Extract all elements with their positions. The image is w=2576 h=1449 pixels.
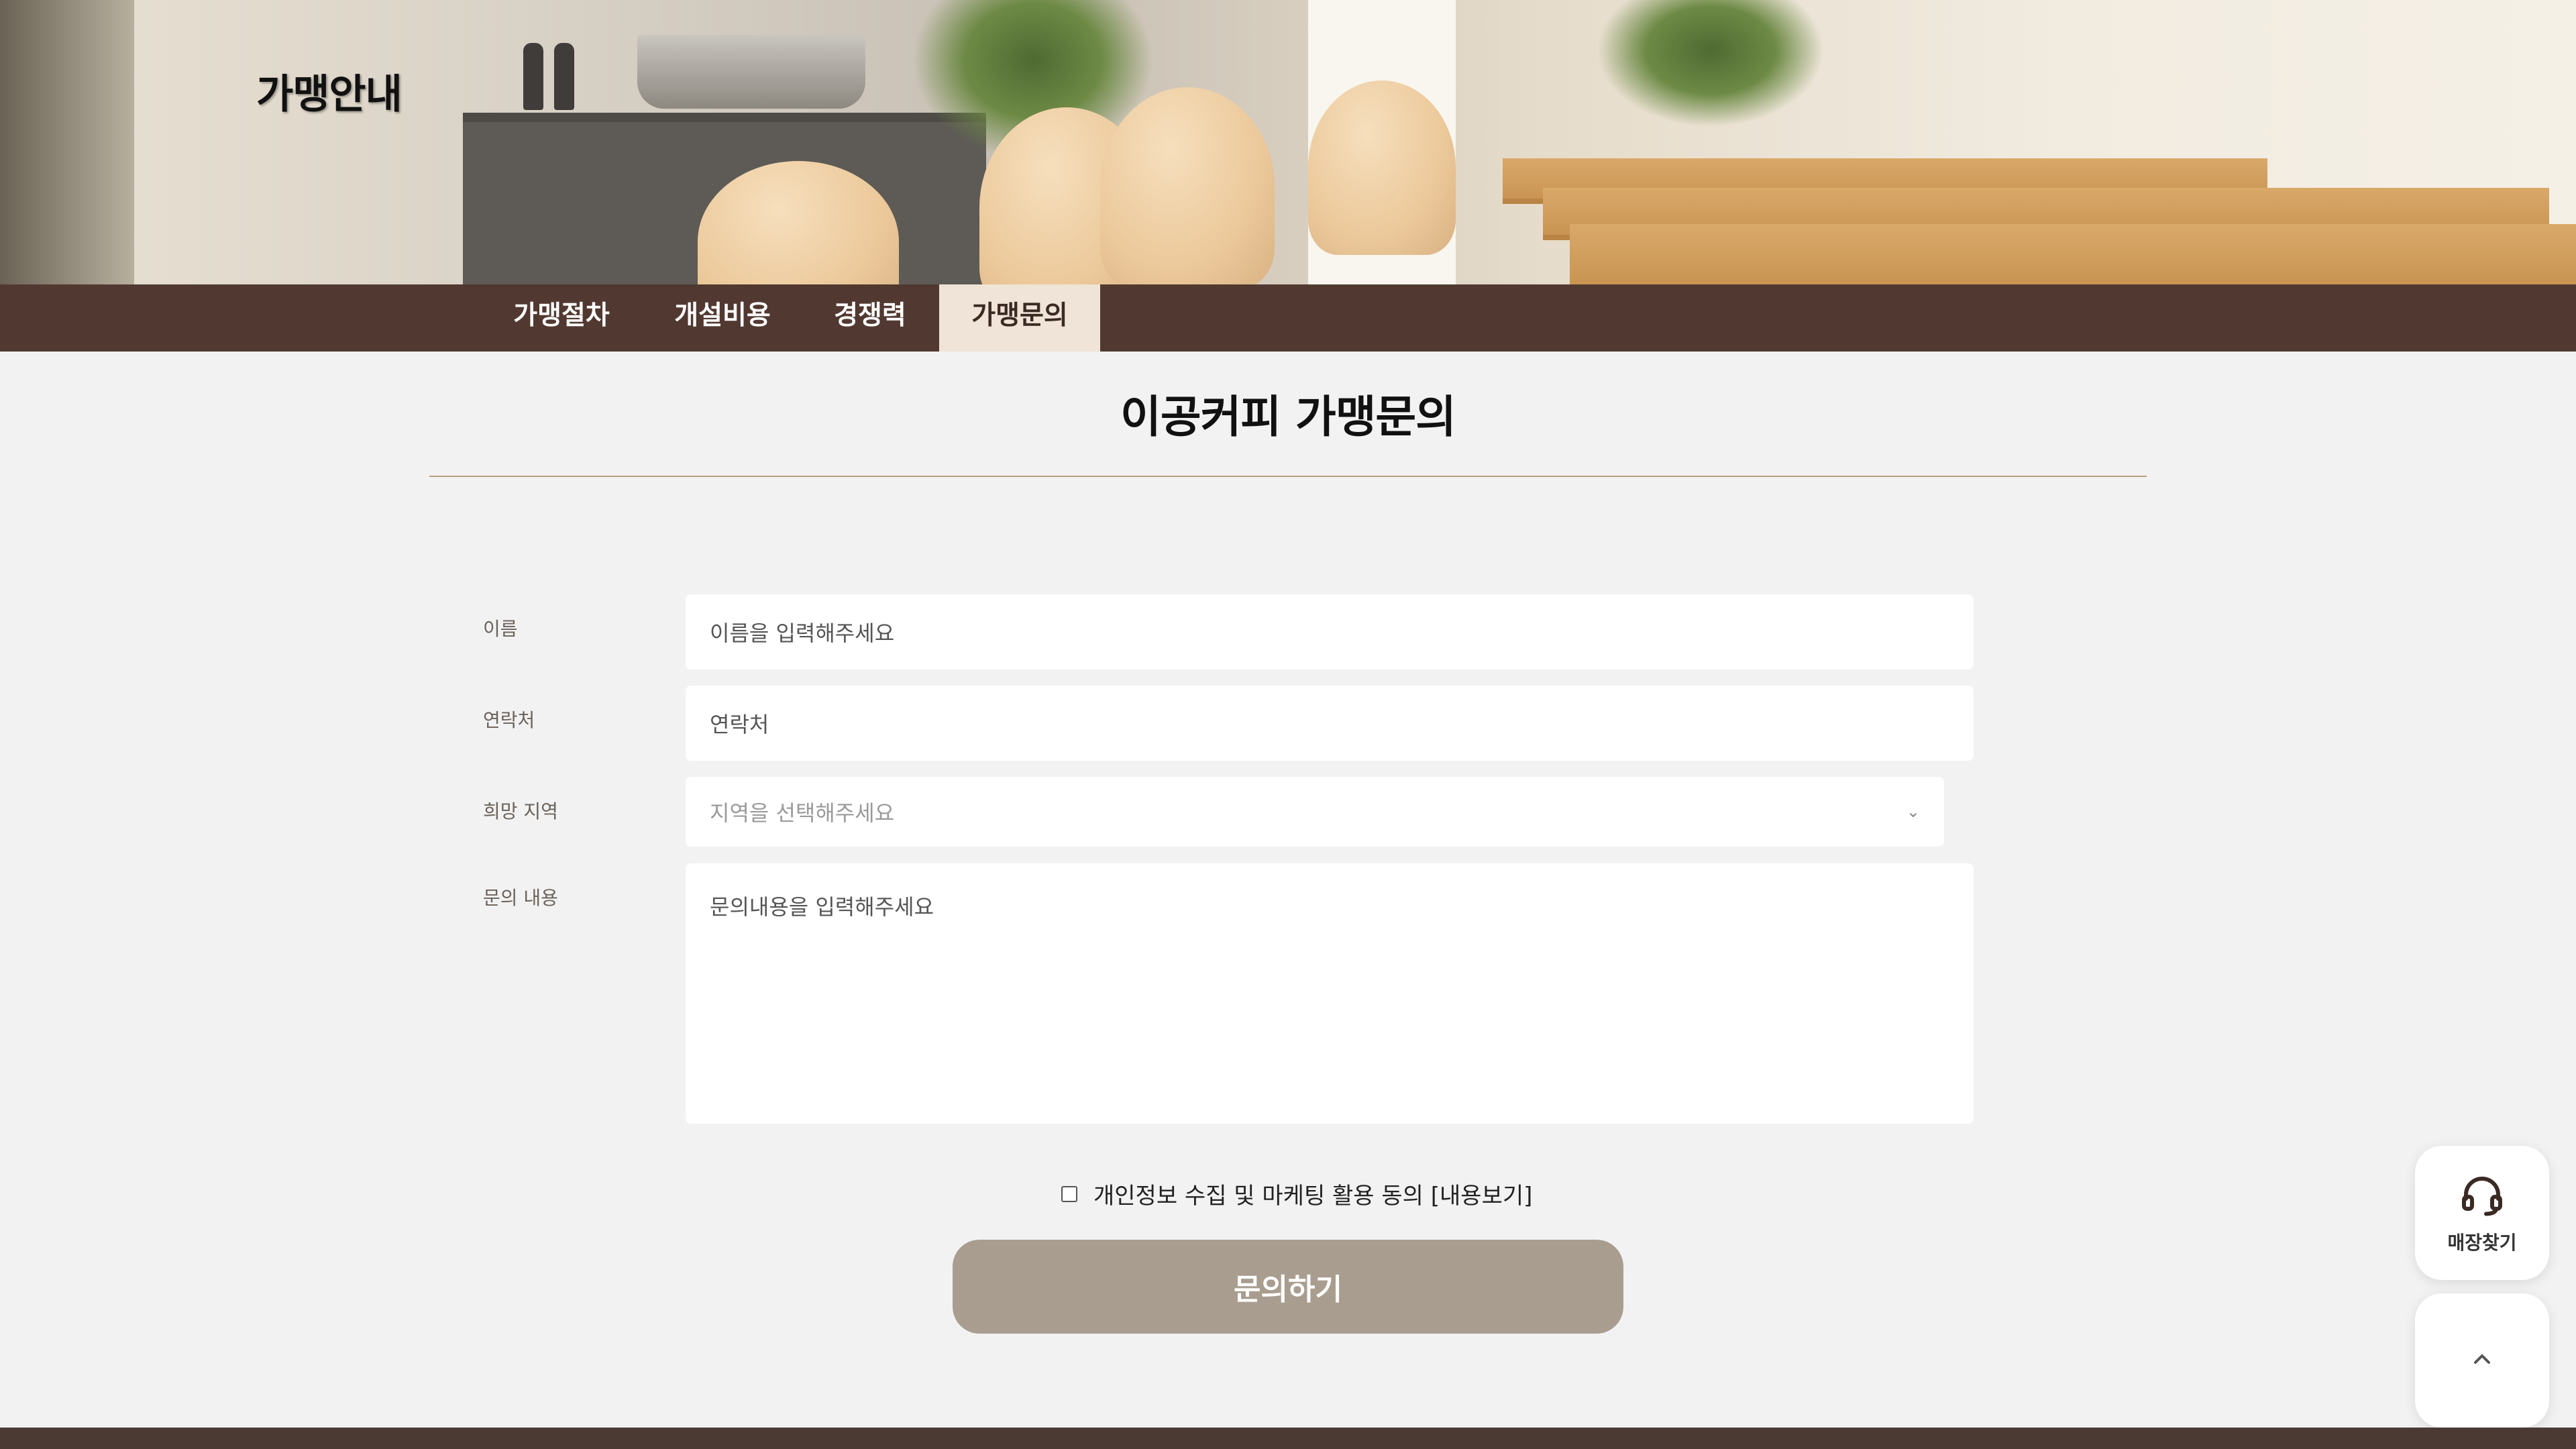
message-label: 문의 내용 [483,887,558,909]
store-finder-label: 매장찾기 [2447,1232,2517,1254]
name-label: 이름 [483,618,518,640]
store-finder-button[interactable]: 매장찾기 [2415,1146,2549,1280]
tab-bar: 가맹절차 개설비용 경쟁력 가맹문의 [0,284,2576,352]
chevron-down-icon: ⌄ [1906,802,1920,821]
hero-background-chair [1308,80,1456,255]
hero-background-plant [1597,0,1825,127]
hero-background-table [1570,224,2576,284]
tab-opening-cost[interactable]: 개설비용 [645,284,800,352]
contact-label: 연락처 [483,709,535,731]
tab-competitiveness[interactable]: 경쟁력 [806,284,934,352]
hero-background-wall [0,0,134,284]
chevron-up-icon [2469,1346,2496,1375]
name-input[interactable]: 이름을 입력해주세요 [686,594,1974,669]
region-select-value: 지역을 선택해주세요 [710,800,895,826]
hero-background-basin [637,35,865,109]
hero-background-bottle [523,43,543,110]
submit-button[interactable]: 문의하기 [953,1240,1623,1334]
message-textarea[interactable]: 문의내용을 입력해주세요 [686,863,1974,1124]
footer-strip [0,1428,2576,1449]
scroll-top-button[interactable] [2415,1293,2549,1428]
consent-row: 개인정보 수집 및 마케팅 활용 동의 [내용보기] [1061,1177,1532,1210]
page-title: 이공커피 가맹문의 [1120,391,1456,443]
tab-franchise-inquiry[interactable]: 가맹문의 [939,284,1100,352]
consent-checkbox[interactable] [1061,1185,1077,1202]
hero-banner: 가맹안내 [0,0,2576,284]
title-divider [429,476,2147,477]
hero-background-bottle [554,43,574,110]
consent-label[interactable]: 개인정보 수집 및 마케팅 활용 동의 [내용보기] [1093,1177,1532,1210]
tab-franchise-process[interactable]: 가맹절차 [484,284,639,352]
headset-icon [2458,1171,2506,1222]
contact-input[interactable]: 연락처 [686,686,1974,761]
hero-title: 가맹안내 [256,71,402,118]
region-label: 희망 지역 [483,800,558,822]
region-select[interactable]: 지역을 선택해주세요 ⌄ [686,777,1944,847]
hero-background-chair [1100,87,1275,284]
